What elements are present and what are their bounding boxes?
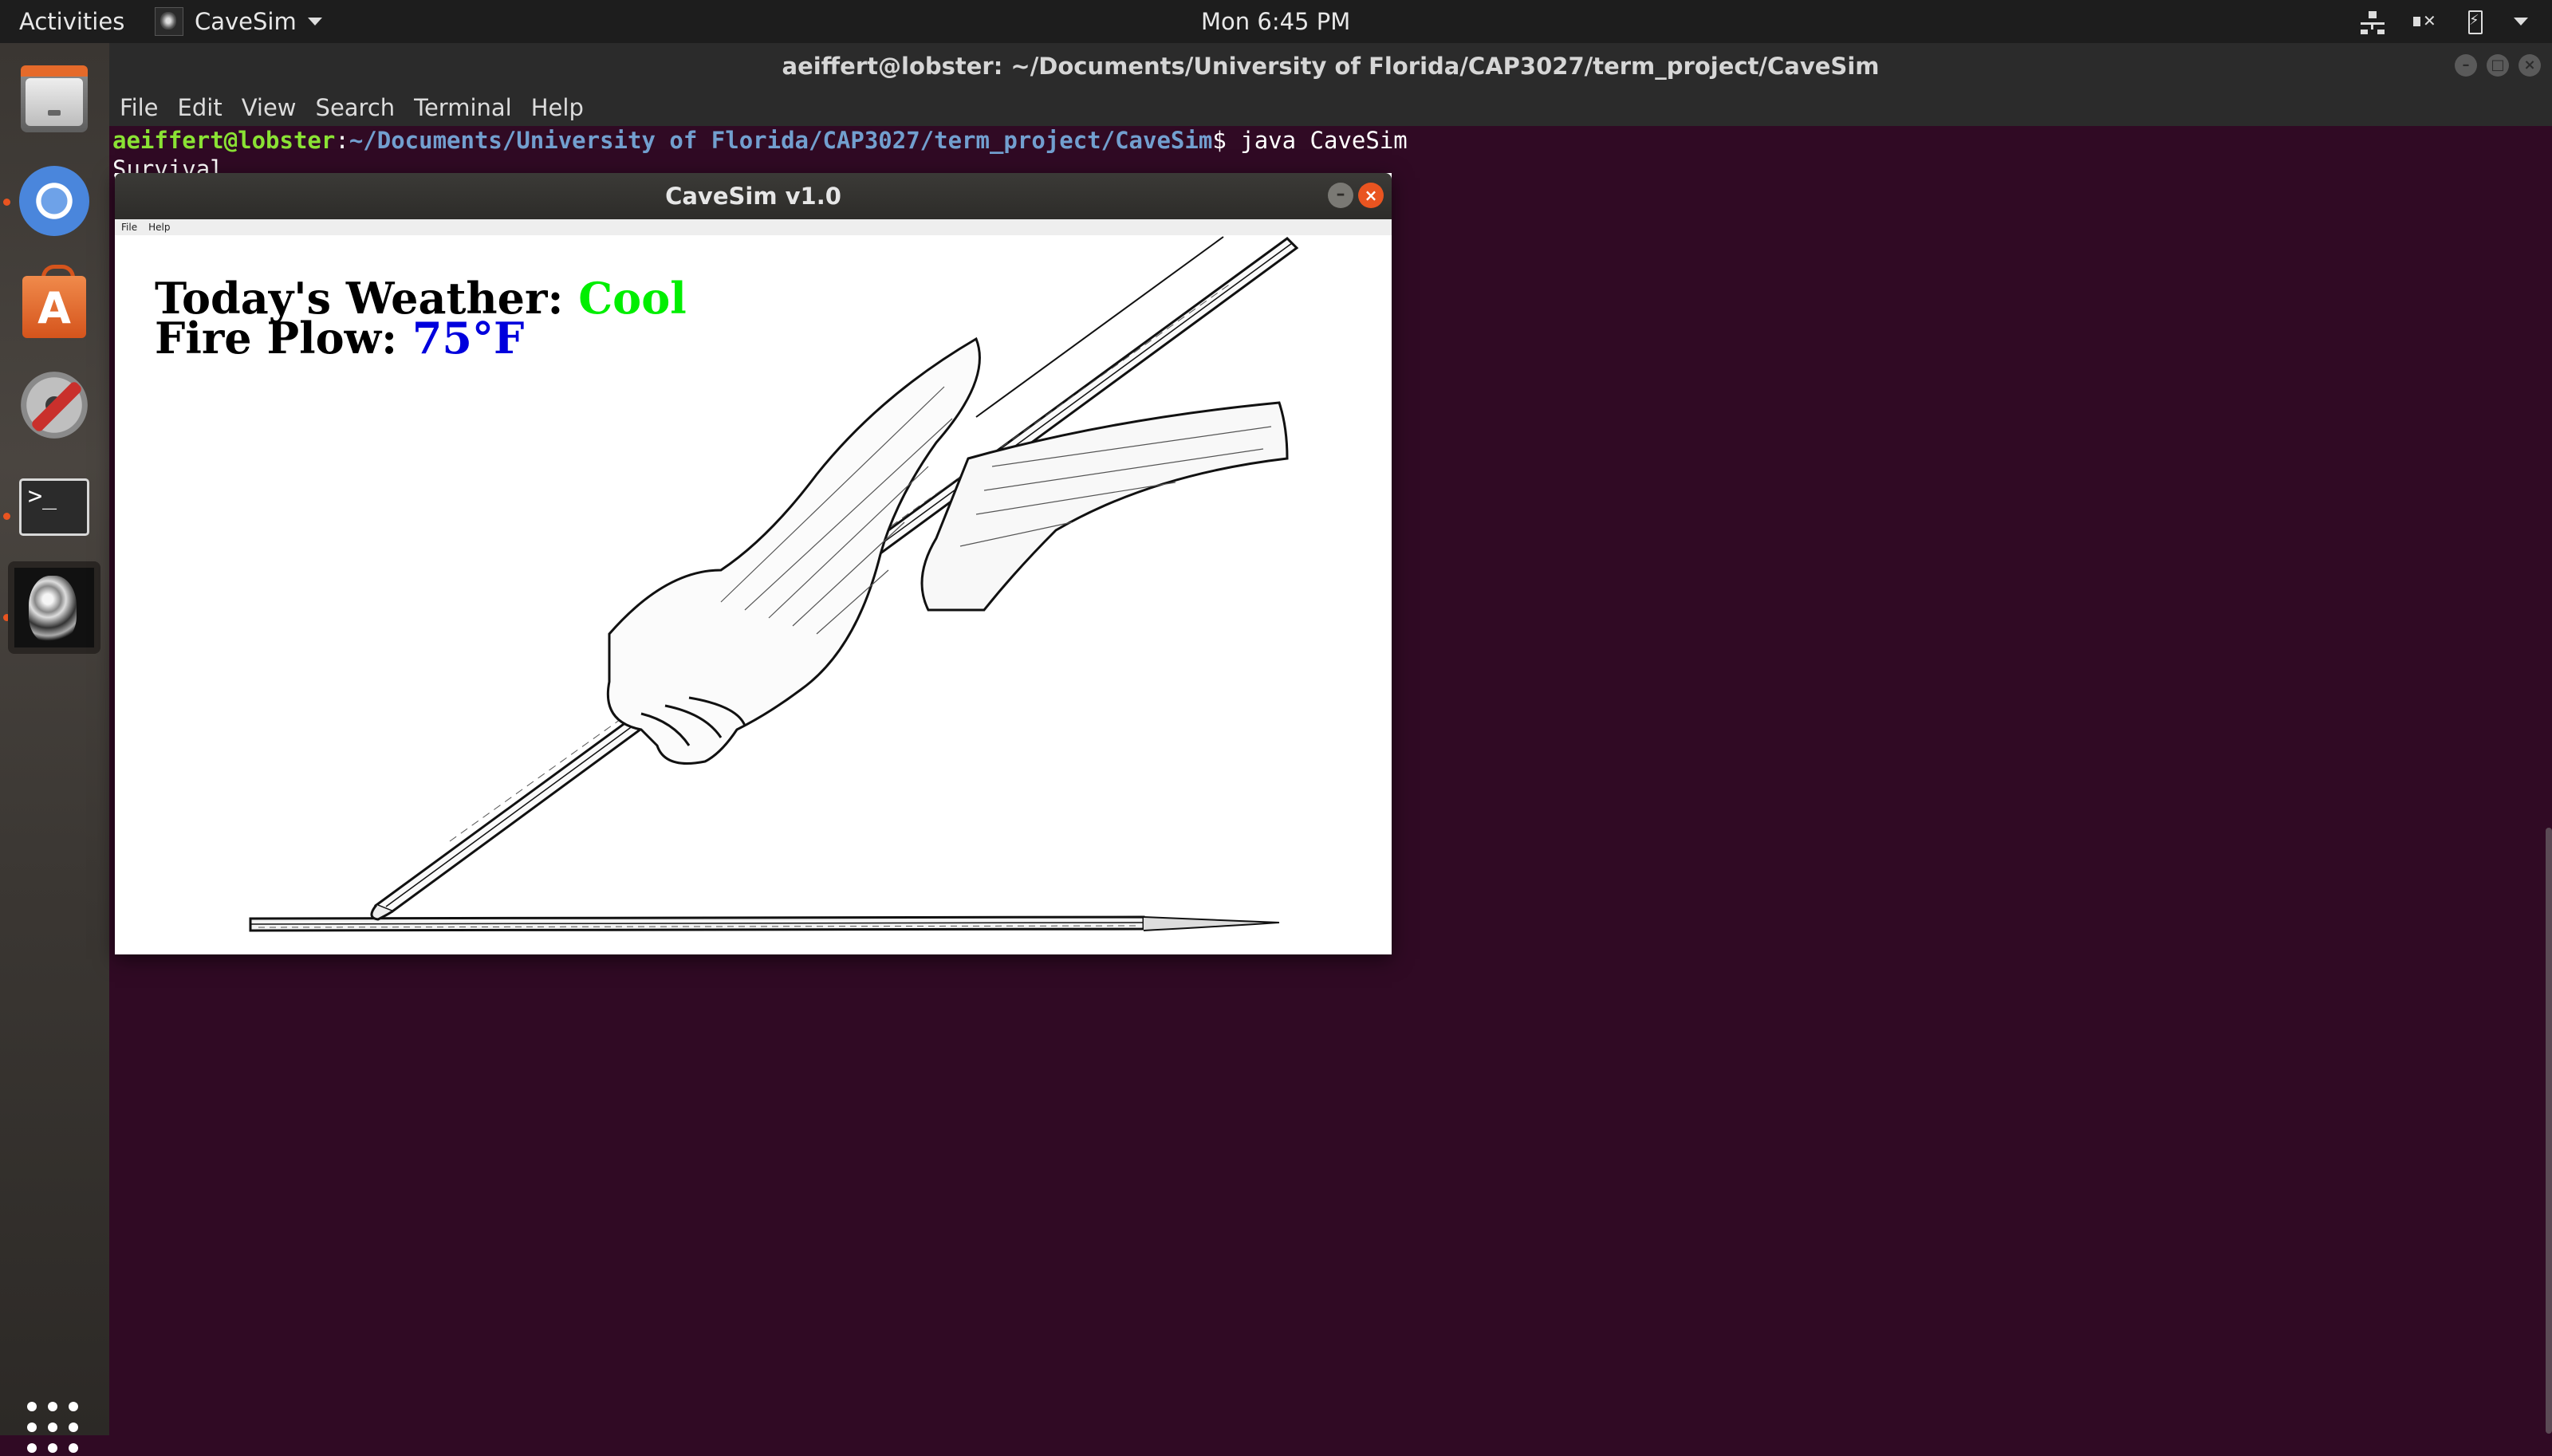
chevron-down-icon[interactable] (2514, 18, 2528, 26)
battery-charging-icon[interactable] (2463, 10, 2487, 34)
front-hand (606, 336, 981, 765)
menu-view[interactable]: View (242, 94, 297, 121)
terminal-icon[interactable]: >_ (8, 461, 100, 553)
ubuntu-software-icon[interactable]: A (8, 257, 100, 349)
fire-plow-label: Fire Plow: (155, 313, 412, 364)
app-menu-label: CaveSim (195, 8, 297, 35)
chevron-down-icon (307, 18, 322, 26)
cavesim-menubar: File Help (115, 219, 1392, 236)
ground-stick (249, 915, 1280, 932)
window-controls: – × (1328, 183, 1384, 208)
network-icon[interactable] (2361, 10, 2385, 34)
minimize-icon[interactable]: – (2455, 54, 2477, 77)
menu-help[interactable]: Help (148, 222, 170, 233)
prompt-line: aeiffert@lobster:~/Documents/University … (112, 126, 1408, 155)
close-icon[interactable]: × (1358, 183, 1384, 208)
window-controls: – □ × (2455, 54, 2541, 77)
dock: A >_ (0, 43, 110, 1453)
weather-value: Cool (578, 273, 687, 324)
terminal-title: aeiffert@lobster: ~/Documents/University… (782, 53, 1880, 80)
terminal-menubar: File Edit View Search Terminal Help (109, 89, 2552, 126)
minimize-icon[interactable]: – (1328, 183, 1353, 208)
cavesim-dock-icon[interactable] (8, 561, 100, 654)
prompt-separator: : (335, 127, 349, 154)
menu-file[interactable]: File (120, 94, 159, 121)
menu-file[interactable]: File (121, 222, 137, 233)
clock[interactable]: Mon 6:45 PM (1201, 0, 1350, 43)
close-icon[interactable]: × (2519, 54, 2541, 77)
scrollbar[interactable] (2546, 828, 2552, 1434)
menu-search[interactable]: Search (316, 94, 396, 121)
volume-muted-icon[interactable] (2412, 10, 2436, 33)
cavesim-app-icon (155, 7, 183, 36)
fire-plow-temperature: 75°F (412, 313, 525, 364)
fire-plow-line: Fire Plow: 75°F (155, 317, 524, 360)
settings-icon[interactable] (8, 359, 100, 451)
maximize-icon[interactable]: □ (2487, 54, 2509, 77)
menu-terminal[interactable]: Terminal (414, 94, 512, 121)
system-tray[interactable] (2361, 0, 2528, 43)
menu-help[interactable]: Help (531, 94, 584, 121)
show-applications-icon[interactable] (24, 1399, 81, 1456)
prompt-path: ~/Documents/University of Florida/CAP302… (349, 127, 1213, 154)
cavesim-window: CaveSim v1.0 – × File Help Today's Weath… (115, 173, 1392, 954)
prompt-user: aeiffert@lobster (112, 127, 336, 154)
files-icon[interactable] (8, 51, 100, 144)
cavesim-canvas[interactable]: Today's Weather: Cool Fire Plow: 75°F (115, 235, 1392, 954)
command-text: java CaveSim (1240, 127, 1408, 154)
activities-button[interactable]: Activities (19, 0, 124, 43)
prompt-dollar: $ (1212, 127, 1241, 154)
top-bar: Activities CaveSim Mon 6:45 PM (0, 0, 2552, 43)
rear-hand (920, 401, 1289, 612)
terminal-titlebar[interactable]: aeiffert@lobster: ~/Documents/University… (109, 43, 2552, 89)
cavesim-titlebar[interactable]: CaveSim v1.0 – × (115, 173, 1392, 219)
chromium-icon[interactable] (8, 155, 100, 247)
app-menu[interactable]: CaveSim (155, 0, 322, 43)
cavesim-title: CaveSim v1.0 (665, 183, 841, 210)
menu-edit[interactable]: Edit (178, 94, 223, 121)
